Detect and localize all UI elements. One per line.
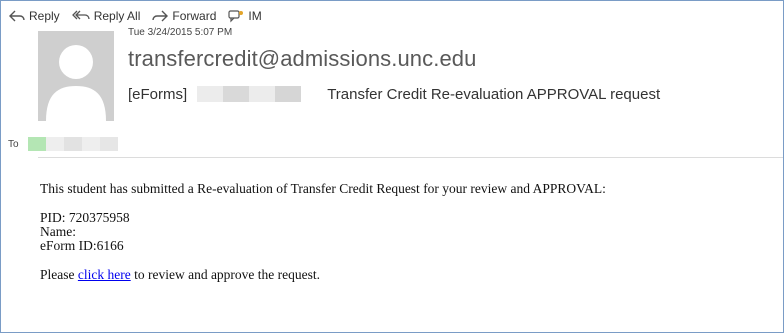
name-line: Name: xyxy=(40,224,76,239)
reply-label: Reply xyxy=(29,9,60,23)
im-label: IM xyxy=(248,9,262,23)
student-info: PID: 720375958 Name: eForm ID:6166 xyxy=(40,211,606,253)
reply-all-icon xyxy=(71,10,90,20)
eform-id-line: eForm ID:6166 xyxy=(40,238,124,253)
subject-prefix: [eForms] xyxy=(128,85,188,103)
action-paragraph: Please click here to review and approve … xyxy=(40,268,606,282)
recipient-row: To xyxy=(8,137,118,151)
sent-timestamp: Tue 3/24/2015 5:07 PM xyxy=(128,27,233,38)
header-divider xyxy=(38,157,783,158)
redacted-recipient[interactable] xyxy=(27,137,118,151)
to-label: To xyxy=(8,138,19,150)
subject-line: [eForms] Transfer Credit Re-evaluation A… xyxy=(128,83,660,105)
im-button[interactable]: IM xyxy=(228,9,262,23)
person-silhouette-icon xyxy=(46,45,106,121)
reply-all-button[interactable]: Reply All xyxy=(71,9,141,23)
action-suffix: to review and approve the request. xyxy=(130,267,321,282)
sender-address[interactable]: transfercredit@admissions.unc.edu xyxy=(128,46,476,72)
forward-icon xyxy=(152,10,169,22)
message-body: This student has submitted a Re-evaluati… xyxy=(40,182,606,282)
redacted-block xyxy=(197,86,302,102)
intro-paragraph: This student has submitted a Re-evaluati… xyxy=(40,181,606,196)
click-here-link[interactable]: click here xyxy=(78,267,131,282)
reply-button[interactable]: Reply xyxy=(9,9,60,23)
im-icon xyxy=(228,10,244,23)
forward-button[interactable]: Forward xyxy=(152,9,216,23)
pid-line: PID: 720375958 xyxy=(40,210,130,225)
message-toolbar: Reply Reply All Forward IM xyxy=(9,6,274,26)
email-reading-pane: Reply Reply All Forward IM Tue 3/24/2015… xyxy=(0,0,784,333)
forward-label: Forward xyxy=(172,9,217,23)
reply-icon xyxy=(9,10,25,22)
action-prefix: Please xyxy=(40,267,78,282)
subject-text: Transfer Credit Re-evaluation APPROVAL r… xyxy=(327,85,661,103)
reply-all-label: Reply All xyxy=(93,9,141,23)
sender-avatar xyxy=(38,31,114,121)
